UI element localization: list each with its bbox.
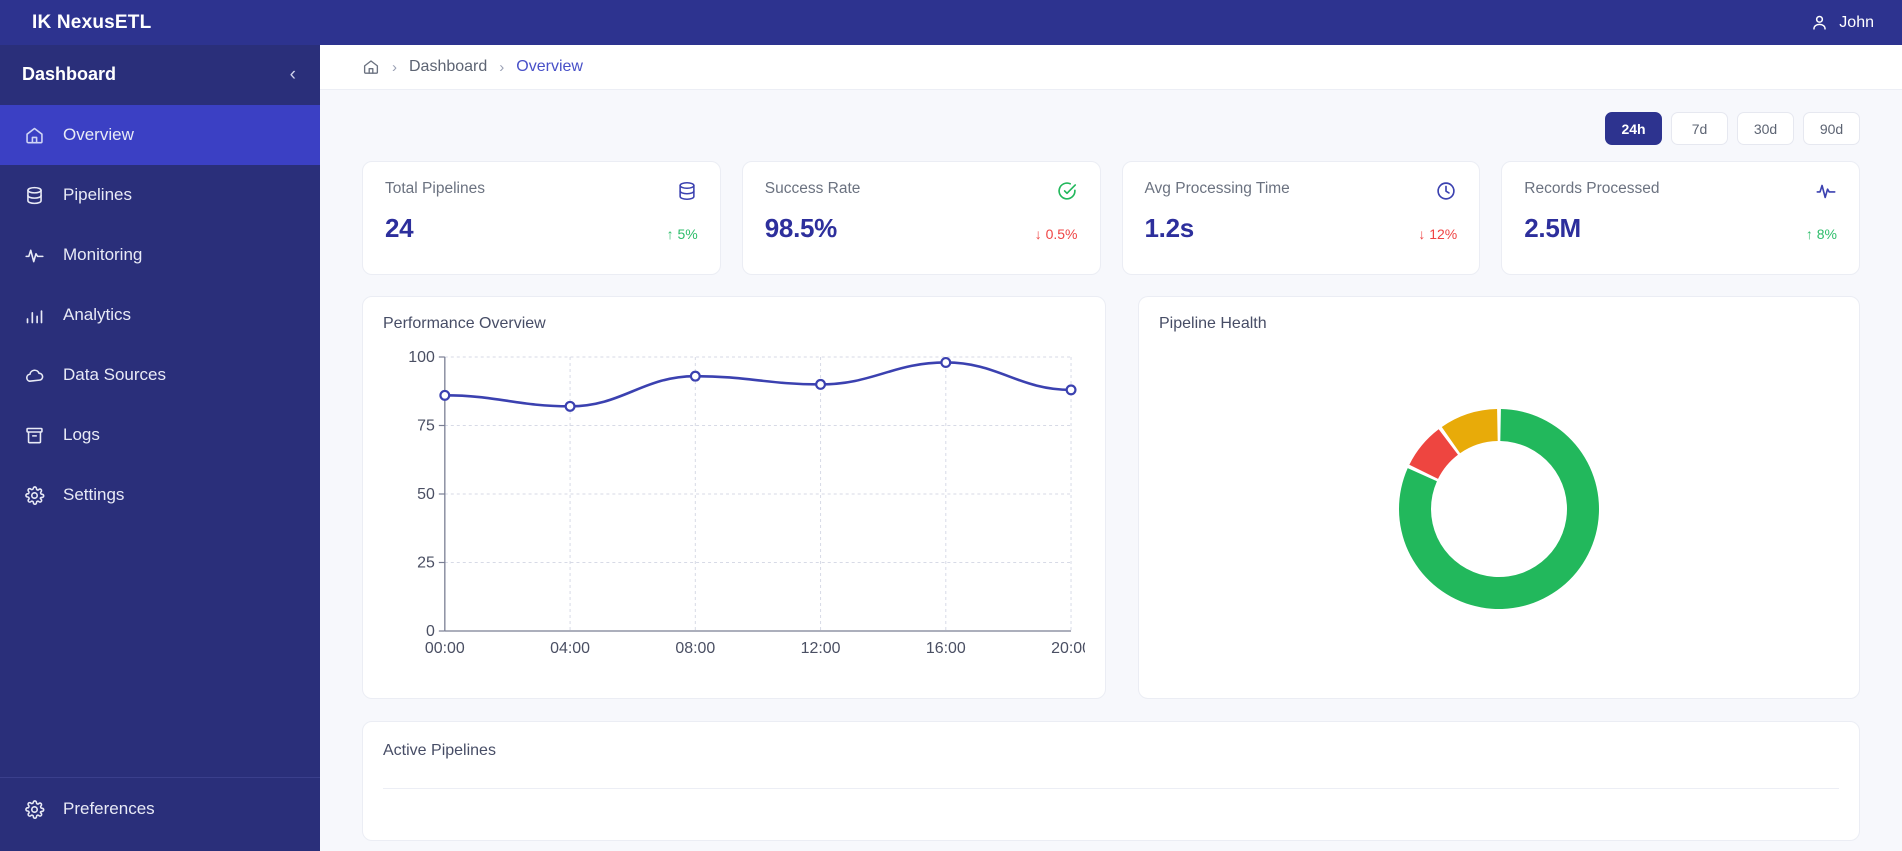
svg-text:12:00: 12:00 <box>801 640 841 657</box>
user-menu[interactable]: John <box>1810 13 1874 32</box>
sidebar-item-label: Data Sources <box>63 365 166 384</box>
stat-card-success-rate[interactable]: Success Rate 98.5% ↓ 0.5% <box>741 161 1101 275</box>
sidebar-item-logs[interactable]: Logs <box>0 405 320 465</box>
stat-label: Total Pipelines <box>385 180 485 197</box>
main-content: › Dashboard › Overview 24h 7d 30d 90d To… <box>320 45 1902 851</box>
stat-card-records-processed[interactable]: Records Processed 2.5M ↑ 8% <box>1501 161 1860 275</box>
check-circle-icon <box>1056 180 1078 202</box>
stat-value: 1.2s <box>1144 213 1195 243</box>
sidebar-item-data-sources[interactable]: Data Sources <box>0 345 320 405</box>
sidebar-item-analytics[interactable]: Analytics <box>0 285 320 345</box>
chevron-left-icon[interactable]: ‹ <box>290 65 296 84</box>
svg-text:25: 25 <box>417 554 435 571</box>
gear-icon <box>24 485 45 506</box>
sidebar-item-label: Monitoring <box>63 245 143 264</box>
sidebar: Dashboard ‹ Overview Pipelines Monitorin… <box>0 45 320 851</box>
donut-chart-container <box>1159 339 1839 679</box>
panel-title: Active Pipelines <box>383 742 496 759</box>
sidebar-header: Dashboard ‹ <box>0 45 320 103</box>
svg-text:20:00: 20:00 <box>1051 640 1085 657</box>
panel-title: Performance Overview <box>383 315 546 332</box>
bar-chart-icon <box>24 305 45 326</box>
top-bar: IK NexusETL John <box>0 0 1902 45</box>
panel-title: Pipeline Health <box>1159 315 1267 332</box>
stat-label: Avg Processing Time <box>1144 180 1290 197</box>
breadcrumb-separator: › <box>499 58 505 76</box>
svg-text:04:00: 04:00 <box>550 640 590 657</box>
svg-text:50: 50 <box>417 486 435 503</box>
range-button-90d[interactable]: 90d <box>1803 112 1860 145</box>
svg-text:16:00: 16:00 <box>926 640 966 657</box>
stat-label: Records Processed <box>1524 180 1660 197</box>
sidebar-item-label: Pipelines <box>63 185 132 204</box>
sidebar-item-monitoring[interactable]: Monitoring <box>0 225 320 285</box>
stat-value: 24 <box>385 213 414 243</box>
stat-label: Success Rate <box>764 180 861 197</box>
range-button-30d[interactable]: 30d <box>1737 112 1794 145</box>
activity-icon <box>24 245 45 266</box>
breadcrumb: › Dashboard › Overview <box>320 45 1902 90</box>
cloud-icon <box>24 365 45 386</box>
app-root: IK NexusETL John Dashboard ‹ Overview Pi… <box>0 0 1902 851</box>
svg-text:100: 100 <box>408 349 435 366</box>
range-button-7d[interactable]: 7d <box>1671 112 1728 145</box>
breadcrumb-separator: › <box>392 58 397 76</box>
time-range-selector: 24h 7d 30d 90d <box>362 112 1860 145</box>
divider <box>383 788 1839 789</box>
sidebar-item-label: Logs <box>63 425 100 444</box>
stat-delta: ↓ 0.5% <box>1034 226 1078 242</box>
database-icon <box>24 185 45 206</box>
sidebar-item-overview[interactable]: Overview <box>0 105 320 165</box>
panel-row: Performance Overview 0 25 50 75 100 00:00 04:0… <box>362 296 1860 699</box>
stat-value: 98.5% <box>764 213 838 243</box>
sidebar-item-label: Analytics <box>63 305 132 324</box>
svg-text:75: 75 <box>417 417 435 434</box>
gear-icon <box>24 799 45 820</box>
sidebar-footer: Preferences <box>0 777 320 851</box>
home-icon <box>24 125 45 146</box>
sidebar-item-pipelines[interactable]: Pipelines <box>0 165 320 225</box>
sidebar-item-settings[interactable]: Settings <box>0 465 320 525</box>
database-icon <box>676 180 698 202</box>
active-pipelines-panel: Active Pipelines <box>362 721 1860 841</box>
stat-delta: ↓ 12% <box>1418 226 1458 242</box>
performance-overview-panel: Performance Overview 0 25 50 75 100 00:00 04:0… <box>362 296 1106 699</box>
range-button-24h[interactable]: 24h <box>1605 112 1662 145</box>
svg-text:00:00: 00:00 <box>425 640 465 657</box>
sidebar-item-label: Preferences <box>63 799 155 818</box>
sidebar-item-preferences[interactable]: Preferences <box>0 781 320 837</box>
stat-card-total-pipelines[interactable]: Total Pipelines 24 ↑ 5% <box>362 161 721 275</box>
stat-delta: ↑ 5% <box>666 226 698 242</box>
stat-card-group: Total Pipelines 24 ↑ 5% Success Rate 98.… <box>362 161 1860 275</box>
person-icon <box>1810 13 1829 32</box>
stat-value: 2.5M <box>1524 213 1581 243</box>
content-area: 24h 7d 30d 90d Total Pipelines 24 ↑ 5% S… <box>320 90 1902 841</box>
svg-text:08:00: 08:00 <box>675 640 715 657</box>
pipeline-health-donut-chart[interactable] <box>1389 399 1609 619</box>
archive-icon <box>24 425 45 446</box>
sidebar-item-label: Overview <box>63 125 134 144</box>
stat-card-avg-processing-time[interactable]: Avg Processing Time 1.2s ↓ 12% <box>1121 161 1481 275</box>
performance-line-chart[interactable]: 0 25 50 75 100 00:00 04:00 08:00 12:00 16:00 20:00 <box>383 339 1085 679</box>
stat-delta: ↑ 8% <box>1805 226 1837 242</box>
sidebar-title: Dashboard <box>22 63 117 84</box>
home-icon[interactable] <box>362 58 380 76</box>
sidebar-item-label: Settings <box>63 485 125 504</box>
breadcrumb-item-dashboard[interactable]: Dashboard <box>409 58 487 76</box>
breadcrumb-item-overview[interactable]: Overview <box>516 58 583 76</box>
svg-text:0: 0 <box>426 623 435 640</box>
sidebar-nav: Overview Pipelines Monitoring Analytics … <box>0 103 320 777</box>
pipeline-health-panel: Pipeline Health <box>1138 296 1860 699</box>
app-brand: IK NexusETL <box>32 11 152 33</box>
user-name: John <box>1839 13 1874 31</box>
activity-icon <box>1815 180 1837 202</box>
clock-icon <box>1435 180 1457 202</box>
